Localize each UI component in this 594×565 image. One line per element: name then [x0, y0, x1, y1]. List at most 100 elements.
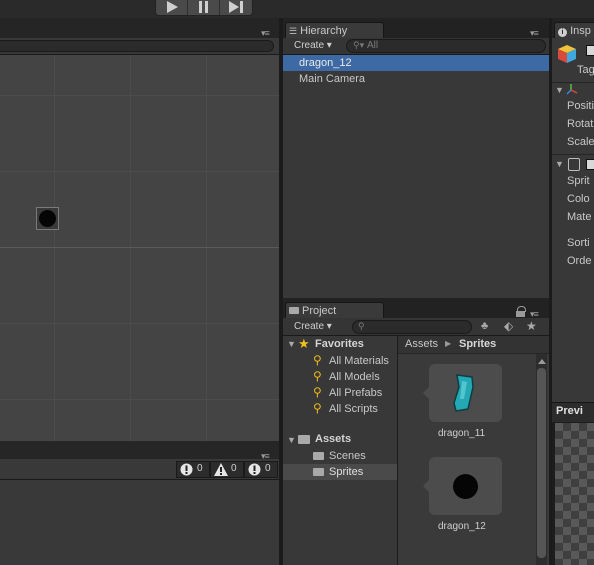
step-icon[interactable] — [228, 1, 244, 13]
preview-label: Previ — [556, 405, 583, 417]
hierarchy-item-label: dragon_12 — [299, 57, 352, 69]
hierarchy-tree: dragon_12 Main Camera — [283, 55, 549, 298]
hierarchy-create-button[interactable]: Create ▾ — [294, 40, 332, 51]
preview-header[interactable]: Previ — [552, 402, 594, 422]
hierarchy-item-main-camera[interactable]: Main Camera — [283, 71, 549, 87]
create-label: Create — [294, 321, 325, 332]
sprite-renderer-icon — [568, 158, 580, 171]
hierarchy-item-dragon-12[interactable]: dragon_12 — [283, 55, 549, 71]
favorite-label: All Materials — [329, 355, 389, 367]
message-count: 0 — [265, 463, 271, 474]
grid-line — [0, 323, 279, 324]
field-label: Rotat — [567, 118, 594, 130]
favorite-item[interactable]: ⚲ All Models — [283, 369, 397, 385]
project-asset-area: Assets ▶ Sprites dragon_11 dragon_12 — [398, 336, 549, 565]
asset-label: dragon_12 — [438, 521, 486, 532]
create-label: Create — [294, 40, 325, 51]
console-message-toggle[interactable]: 0 — [244, 461, 278, 478]
search-icon: ⚲ — [313, 353, 322, 367]
project-folder-tree: ▼ ★ Favorites ⚲ All Materials ⚲ All Mode… — [283, 336, 397, 565]
field-label: Positi — [567, 100, 594, 112]
tab-hierarchy[interactable]: ☰ Hierarchy — [285, 22, 384, 39]
console-error-toggle[interactable]: 0 — [176, 461, 210, 478]
folder-icon — [313, 452, 324, 460]
play-icon[interactable] — [165, 1, 179, 13]
selected-sprite-object[interactable] — [36, 207, 59, 230]
scene-toolbar — [0, 38, 279, 55]
project-tab-label: Project — [302, 305, 337, 317]
folder-item-scenes[interactable]: Scenes — [283, 448, 397, 464]
expand-arrow-icon[interactable]: ▼ — [555, 85, 564, 95]
console-log-area[interactable] — [0, 480, 279, 565]
hierarchy-toolbar: Create ▾ ⚲▾ All — [283, 38, 549, 55]
favorites-star-icon: ★ — [298, 336, 310, 351]
expand-sprite-arrow-icon[interactable] — [423, 386, 430, 400]
expand-sprite-arrow-icon[interactable] — [423, 479, 430, 493]
play-controls — [155, 0, 253, 16]
grid-line — [130, 55, 131, 441]
grid-line — [206, 55, 207, 441]
asset-tile-dragon-12[interactable]: dragon_12 — [423, 457, 514, 537]
expand-arrow-icon[interactable]: ▼ — [555, 159, 564, 169]
asset-tile-dragon-11[interactable]: dragon_11 — [423, 364, 514, 444]
scroll-up-arrow-icon[interactable] — [538, 359, 546, 364]
scene-tabstrip — [0, 18, 279, 38]
folder-item-sprites[interactable]: Sprites — [283, 464, 397, 480]
console-tabstrip — [0, 441, 279, 459]
favorite-label: All Scripts — [329, 403, 378, 415]
scene-viewport[interactable] — [0, 55, 279, 441]
inspector-tab-label: Insp — [570, 25, 591, 37]
field-label: Scale — [567, 136, 594, 148]
save-search-star-icon[interactable]: ★ — [526, 319, 537, 333]
black-circle-sprite-icon — [39, 210, 56, 227]
grid-line — [0, 247, 279, 248]
field-label: Colo — [567, 193, 590, 205]
favorite-item[interactable]: ⚲ All Prefabs — [283, 385, 397, 401]
asset-label: dragon_11 — [438, 428, 486, 439]
filter-by-label-icon[interactable]: ⬖ — [504, 319, 513, 333]
expand-arrow-icon[interactable]: ▼ — [287, 339, 296, 349]
info-icon — [248, 463, 261, 476]
search-placeholder: All — [367, 40, 379, 51]
assets-label[interactable]: Assets — [315, 433, 351, 445]
active-checkbox[interactable] — [586, 45, 594, 56]
favorite-item[interactable]: ⚲ All Materials — [283, 353, 397, 369]
favorites-label[interactable]: Favorites — [315, 338, 364, 350]
project-search-input[interactable]: ⚲ — [352, 320, 472, 334]
project-create-button[interactable]: Create ▾ — [294, 321, 332, 332]
tag-label: Tag — [577, 64, 594, 76]
console-toolbar: 0 0 0 — [0, 459, 279, 480]
divider — [219, 0, 220, 15]
hierarchy-list-icon: ☰ — [289, 26, 298, 36]
favorite-label: All Prefabs — [329, 387, 383, 399]
scene-search-input[interactable] — [0, 40, 274, 52]
field-label: Orde — [567, 255, 592, 267]
breadcrumb-root[interactable]: Assets — [405, 338, 438, 350]
hierarchy-tab-label: Hierarchy — [300, 25, 348, 37]
grid-line — [0, 95, 279, 96]
breadcrumb-arrow-icon: ▶ — [445, 339, 452, 348]
scroll-thumb[interactable] — [537, 368, 546, 558]
tab-project[interactable]: Project — [285, 302, 384, 319]
search-icon: ⚲ — [358, 321, 365, 331]
gameobject-cube-icon — [558, 45, 576, 63]
pause-icon[interactable] — [198, 1, 210, 13]
console-warning-toggle[interactable]: 0 — [210, 461, 244, 478]
tab-inspector[interactable]: i Insp — [554, 22, 594, 39]
expand-arrow-icon[interactable]: ▼ — [287, 435, 296, 445]
component-enabled-checkbox[interactable] — [586, 159, 594, 170]
error-count: 0 — [197, 463, 203, 474]
asset-thumbnail — [423, 457, 502, 515]
favorite-item[interactable]: ⚲ All Scripts — [283, 401, 397, 417]
warning-icon — [214, 463, 228, 476]
filter-by-type-icon[interactable]: ♣ — [481, 320, 488, 332]
asset-scrollbar[interactable] — [536, 354, 547, 565]
grid-line — [54, 55, 55, 441]
hierarchy-search-input[interactable]: ⚲▾ All — [346, 39, 546, 53]
folder-label: Sprites — [329, 466, 364, 478]
folder-icon — [289, 307, 299, 314]
grid-line — [0, 399, 279, 400]
field-label: Sorti — [567, 237, 590, 249]
favorite-label: All Models — [329, 371, 380, 383]
breadcrumb-current[interactable]: Sprites — [459, 338, 496, 350]
